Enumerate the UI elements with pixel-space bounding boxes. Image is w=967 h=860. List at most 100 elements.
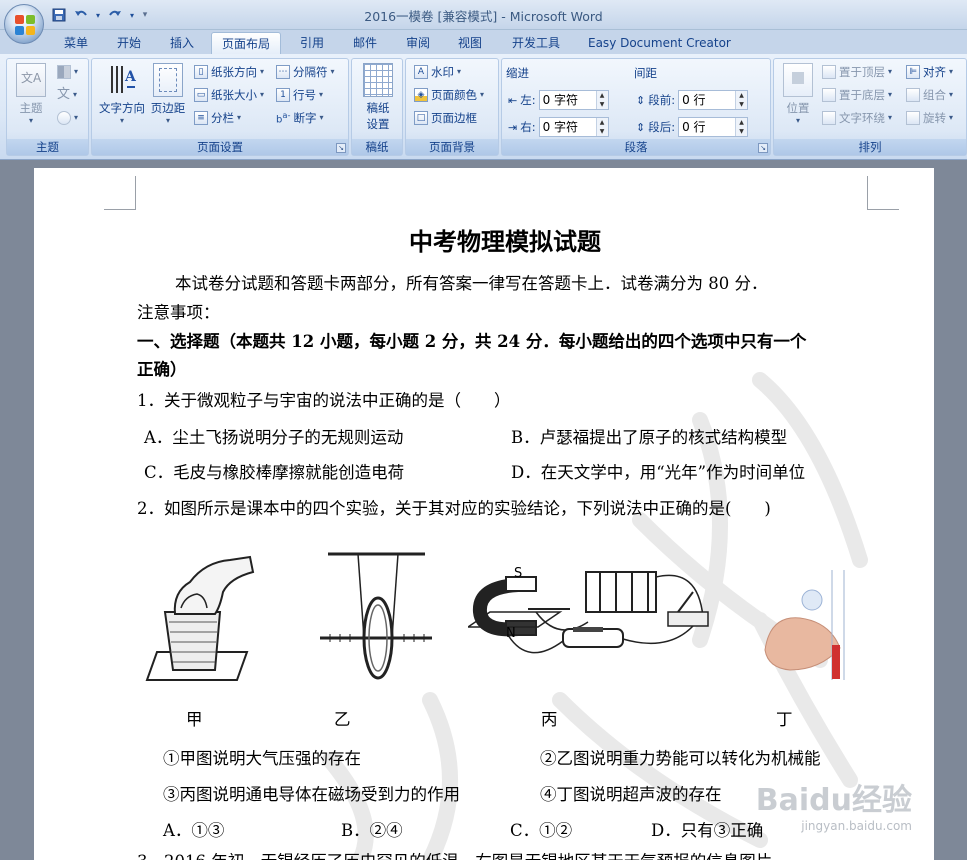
tab-page-layout[interactable]: 页面布局 [211, 32, 282, 54]
figure-bing-circuit [468, 571, 709, 654]
align-button[interactable]: ⊫ 对齐 ▾ [906, 63, 953, 81]
page-setup-launcher-icon[interactable]: ↘ [336, 143, 346, 153]
indent-right-label: 右: [520, 120, 536, 134]
rotate-button[interactable]: 旋转 ▾ [906, 109, 953, 127]
spacing-before: ⇕ 段前: 0 行 ▲ ▼ [636, 89, 749, 111]
group-label-arrange: 排列 [774, 139, 966, 155]
indent-left-spinner[interactable]: ▲ ▼ [595, 91, 608, 109]
hyphenation-label: 断字 [293, 111, 317, 125]
text-direction-button[interactable]: A 文字方向 ▾ [96, 63, 148, 125]
spacing-before-input[interactable]: 0 行 ▲ ▼ [678, 90, 749, 110]
question-1: 1．关于微观粒子与宇宙的说法中正确的是（ ） [137, 391, 511, 410]
q1-option-b: B．卢瑟福提出了原子的核式结构模型 [511, 428, 788, 447]
group-objects-button[interactable]: 组合 ▾ [906, 86, 953, 104]
q2-option-d: D．只有③正确 [651, 821, 764, 840]
columns-button[interactable]: ≡ 分栏 ▾ [194, 109, 241, 127]
group-page-background: A 水印 ▾ ◈ 页面颜色 ▾ □ 页面边框 页面背景 [405, 58, 499, 156]
office-logo-icon [15, 15, 35, 35]
indent-right-input[interactable]: 0 字符 ▲ ▼ [538, 117, 609, 137]
ribbon-tabs: 菜单 开始 插入 页面布局 引用 邮件 审阅 视图 开发工具 Easy Docu… [0, 30, 967, 54]
bring-front-icon [822, 65, 836, 79]
spacing-before-icon: ⇕ [636, 93, 646, 107]
orientation-icon: ▯ [194, 65, 208, 79]
watermark-button[interactable]: A 水印 ▾ [414, 63, 461, 81]
question-2: 2．如图所示是课本中的四个实验，关于其对应的实验结论，下列说法中正确的是( ) [137, 499, 771, 518]
tab-developer[interactable]: 开发工具 [502, 32, 570, 54]
watermark-label: 水印 [431, 65, 454, 79]
baidu-brand: Baidu经验 [755, 783, 912, 818]
margins-icon [153, 63, 183, 97]
orientation-label: 纸张方向 [211, 65, 257, 79]
breaks-button[interactable]: ⋯ 分隔符 ▾ [276, 63, 335, 81]
manuscript-settings-button[interactable]: 稿纸 设置 [360, 63, 396, 132]
doc-intro: 本试卷分试题和答题卡两部分，所有答案一律写在答题卡上．试卷满分为 80 分． [175, 274, 768, 293]
themes-icon: 文A [16, 63, 46, 97]
size-button[interactable]: ▭ 纸张大小 ▾ [194, 86, 264, 104]
group-label-page-background: 页面背景 [406, 139, 498, 155]
line-numbers-label: 行号 [293, 88, 316, 102]
statement-2: ②乙图说明重力势能可以转化为机械能 [540, 749, 821, 768]
paragraph-launcher-icon[interactable]: ↘ [758, 143, 768, 153]
group-manuscript: 稿纸 设置 稿纸 [351, 58, 403, 156]
spacing-after-label: 段后: [648, 120, 676, 134]
tab-mailings[interactable]: 邮件 [343, 32, 387, 54]
hyphenation-icon: ba- [276, 110, 291, 126]
tab-home[interactable]: 开始 [107, 32, 151, 54]
spacing-before-spinner[interactable]: ▲ ▼ [735, 91, 748, 109]
tab-menu[interactable]: 菜单 [54, 32, 98, 54]
page-color-button[interactable]: ◈ 页面颜色 ▾ [414, 86, 484, 104]
section1-heading: 一、选择题（本题共 12 小题，每小题 2 分，共 24 分．每小题给出的四个选… [137, 332, 807, 351]
text-wrap-icon [822, 111, 836, 125]
manuscript-line1: 稿纸 [366, 101, 390, 115]
tab-view[interactable]: 视图 [448, 32, 492, 54]
group-objects-label: 组合 [923, 88, 946, 102]
spacing-after-spinner[interactable]: ▲ ▼ [735, 118, 748, 136]
figure-yi-wheel [320, 552, 432, 680]
line-numbers-button[interactable]: 1 行号 ▾ [276, 86, 323, 104]
text-wrap-button[interactable]: 文字环绕 ▾ [822, 109, 892, 127]
theme-fonts-button[interactable]: 文 ▾ [57, 86, 77, 104]
manuscript-grid-icon [363, 63, 393, 97]
baidu-url: jingyan.baidu.com [801, 819, 912, 833]
position-button[interactable]: 位置 ▾ [780, 63, 816, 125]
bring-to-front-button[interactable]: 置于顶层 ▾ [822, 63, 892, 81]
indent-left-value: 0 字符 [542, 93, 579, 107]
tab-insert[interactable]: 插入 [160, 32, 204, 54]
question-3-partial: 3．2016 年初，无锡经历了历史罕见的低温．右图是无锡地区某天天气预报的信息图… [137, 848, 772, 860]
breaks-label: 分隔符 [293, 65, 328, 79]
send-to-back-button[interactable]: 置于底层 ▾ [822, 86, 892, 104]
watermark-icon: A [414, 65, 428, 79]
crop-mark [104, 176, 136, 210]
group-label-page-setup: 页面设置 [92, 139, 348, 155]
indent-right-icon: ⇥ [508, 120, 518, 134]
page-borders-button[interactable]: □ 页面边框 [414, 109, 477, 127]
margins-button[interactable]: 页边距 ▾ [148, 63, 188, 125]
spacing-after: ⇕ 段后: 0 行 ▲ ▼ [636, 116, 749, 138]
orientation-button[interactable]: ▯ 纸张方向 ▾ [194, 63, 264, 81]
tab-references[interactable]: 引用 [290, 32, 334, 54]
group-arrange: 位置 ▾ 置于顶层 ▾ 置于底层 ▾ 文字环绕 ▾ ⊫ 对齐 ▾ 组合 ▾ 旋转 ▾ 排列 [773, 58, 967, 156]
text-direction-label: 文字方向 [99, 101, 145, 115]
ribbon: 文A 主题 ▾ ▾ 文 ▾ ▾ 主题 A 文字方向 ▾ 页边距 ▾ ▯ 纸张方向… [0, 54, 967, 160]
indent-left-icon: ⇤ [508, 93, 518, 107]
line-numbers-icon: 1 [276, 88, 290, 102]
theme-effects-button[interactable]: ▾ [57, 109, 78, 127]
themes-button[interactable]: 文A 主题 ▾ [13, 63, 49, 125]
hyphenation-button[interactable]: ba- 断字 ▾ [276, 109, 323, 127]
office-button[interactable] [4, 4, 44, 44]
send-back-icon [822, 88, 836, 102]
crop-mark [867, 176, 899, 210]
tab-easy-document-creator[interactable]: Easy Document Creator [578, 32, 741, 54]
align-icon: ⊫ [906, 65, 920, 79]
group-icon [906, 88, 920, 102]
columns-label: 分栏 [211, 111, 234, 125]
indent-right-spinner[interactable]: ▲ ▼ [595, 118, 608, 136]
tab-review[interactable]: 审阅 [396, 32, 440, 54]
spacing-after-icon: ⇕ [636, 120, 646, 134]
themes-button-label: 主题 [19, 101, 43, 115]
statement-1: ①甲图说明大气压强的存在 [163, 749, 361, 768]
spacing-after-input[interactable]: 0 行 ▲ ▼ [678, 117, 749, 137]
theme-colors-button[interactable]: ▾ [57, 63, 78, 81]
indent-left-input[interactable]: 0 字符 ▲ ▼ [538, 90, 609, 110]
position-label: 位置 [786, 101, 810, 115]
